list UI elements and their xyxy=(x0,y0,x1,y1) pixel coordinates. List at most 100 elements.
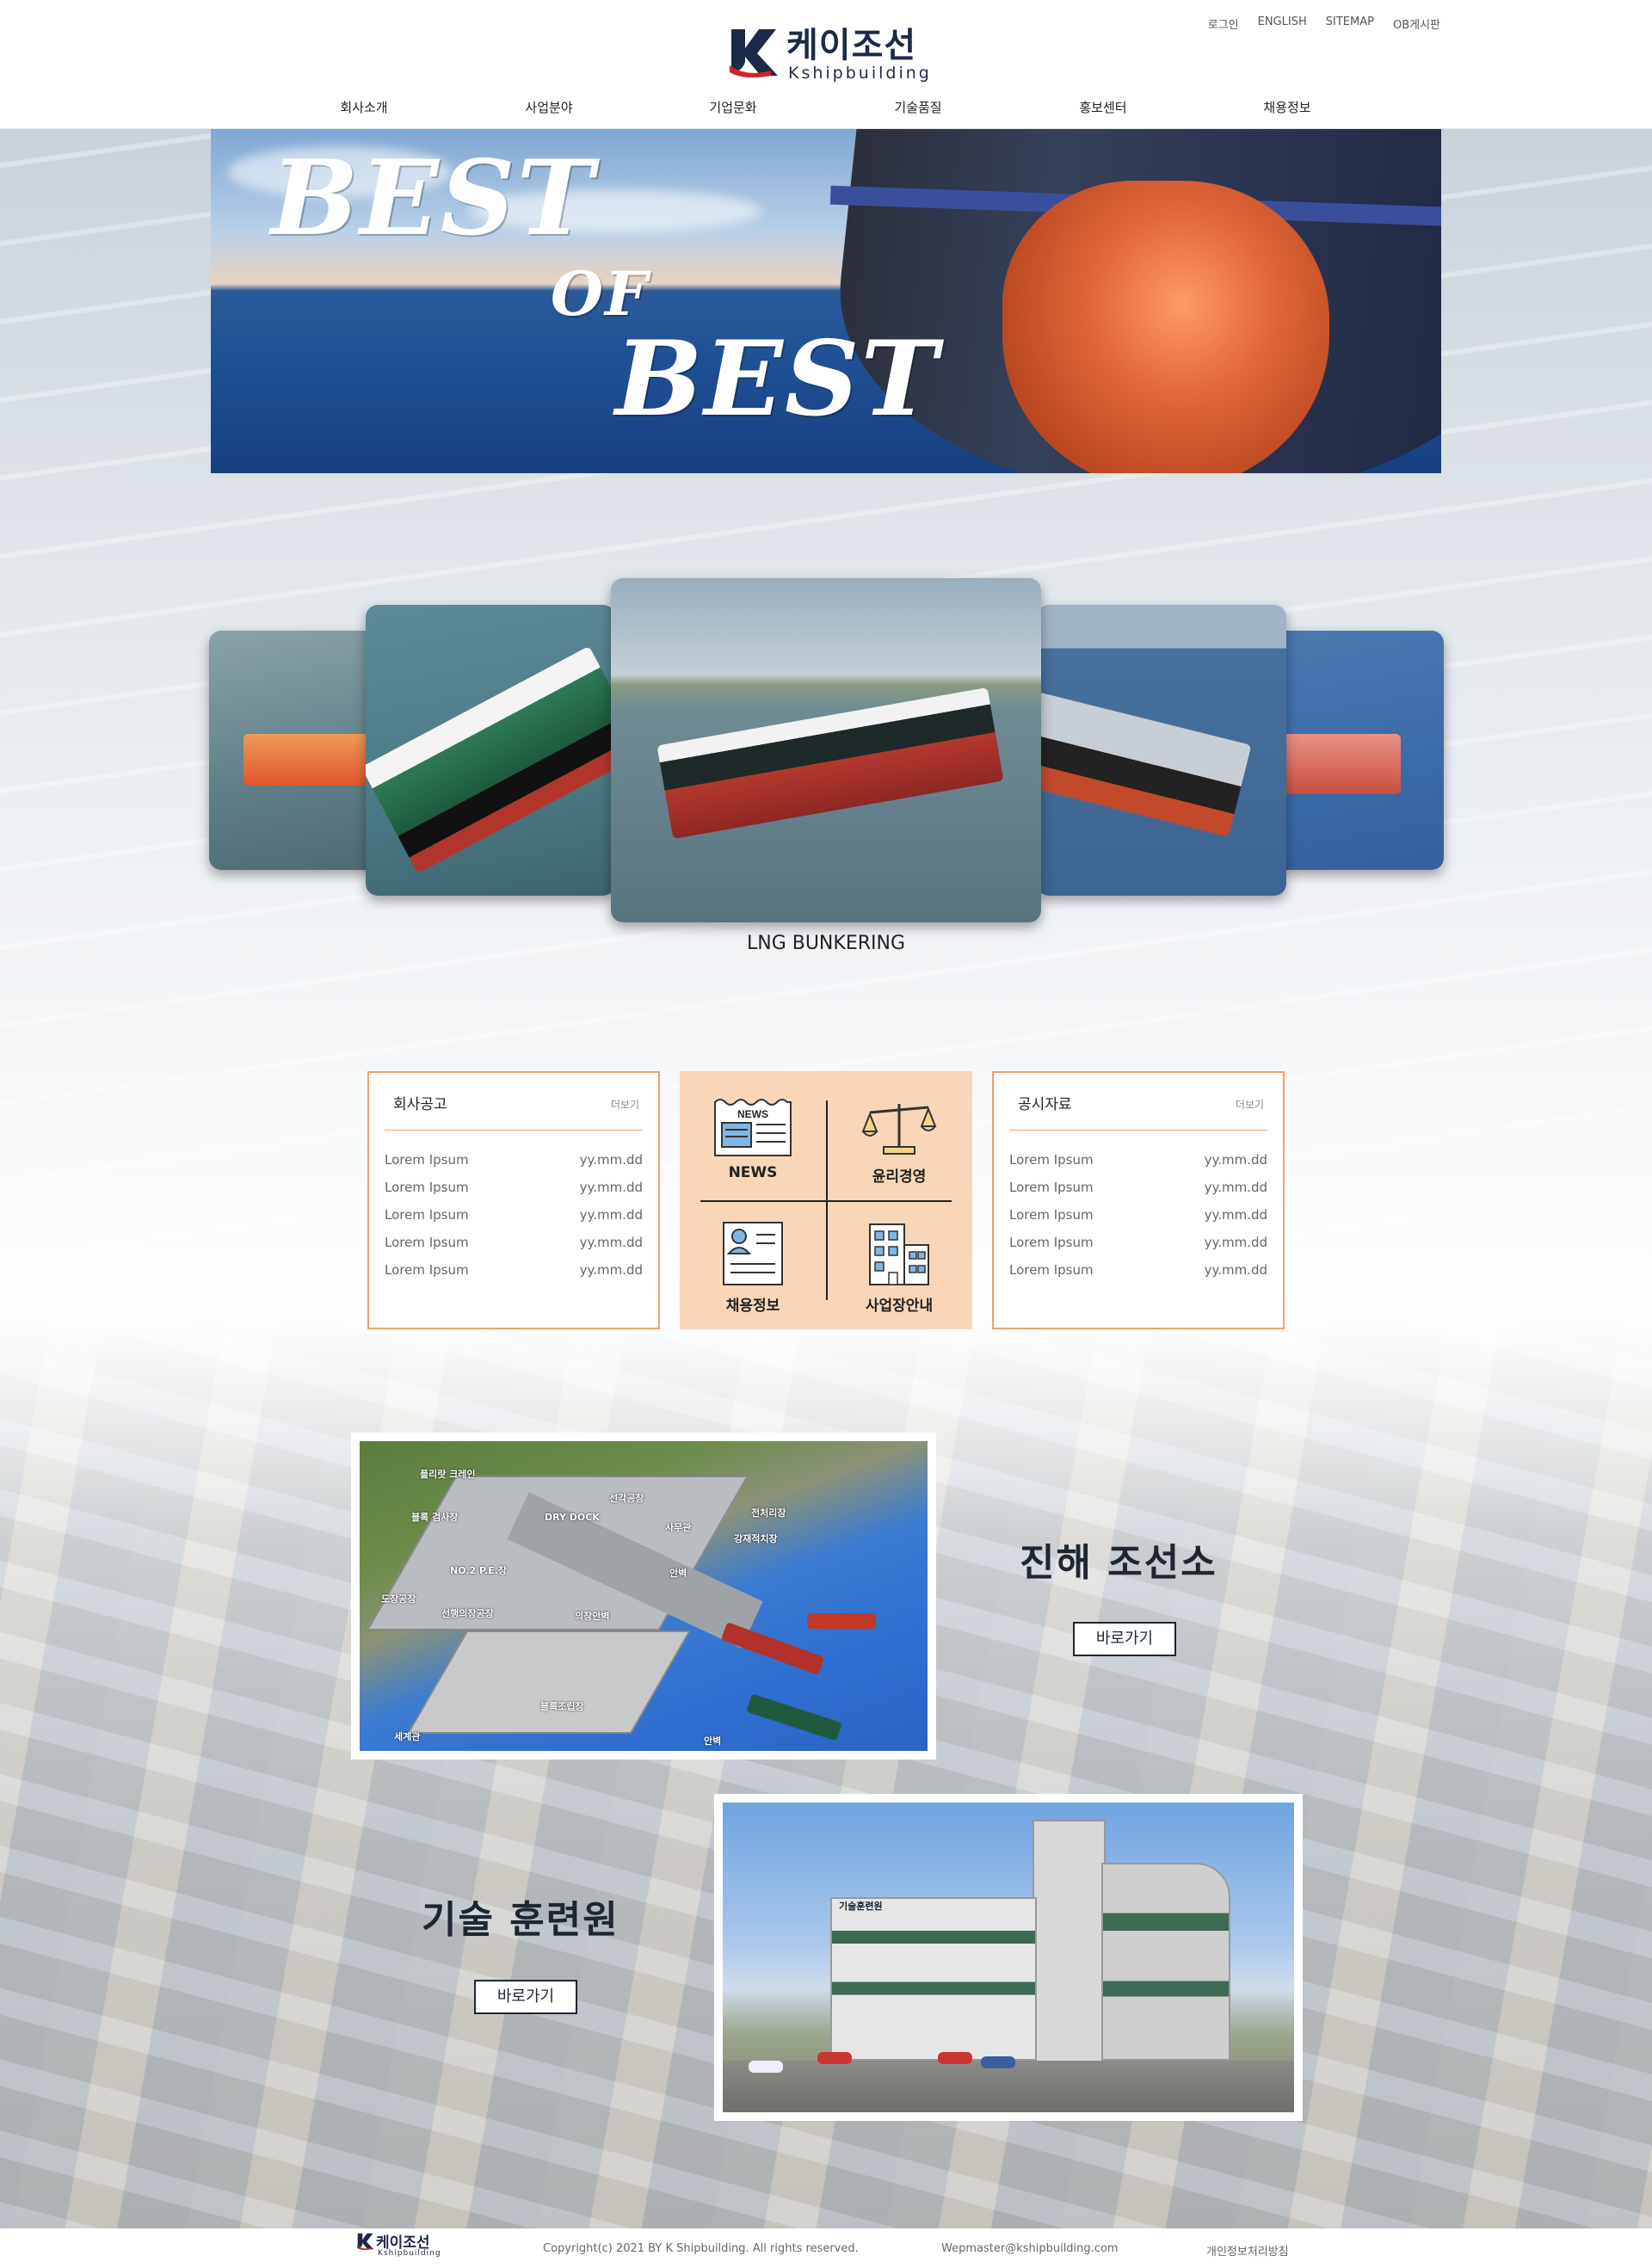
row-date: yy.mm.dd xyxy=(579,1180,643,1195)
page: 케이조선 Kshipbuilding 로그인 ENGLISH SITEMAP O… xyxy=(0,0,1652,2268)
row-date: yy.mm.dd xyxy=(1204,1152,1267,1168)
carousel-slide-active[interactable] xyxy=(611,578,1041,922)
row-title: Lorem Ipsum xyxy=(1009,1152,1094,1168)
carousel-slide-4[interactable] xyxy=(1037,605,1286,896)
ship-image xyxy=(243,734,381,786)
map-label: 안벽 xyxy=(669,1568,687,1579)
map-label: DRY DOCK xyxy=(545,1512,600,1523)
quick-ethics-label: 윤리경영 xyxy=(872,1168,927,1186)
carousel-slide-5[interactable] xyxy=(1272,631,1444,870)
divider xyxy=(700,1200,952,1202)
shipyard-map: 플리랏 크레인 블록 검사장 DRY DOCK 선각공장 사무관 전처리장 강재… xyxy=(360,1441,928,1751)
logo-k-icon xyxy=(730,29,778,77)
car xyxy=(938,2052,972,2064)
divider xyxy=(385,1130,643,1131)
notice-row[interactable]: Lorem Ipsum yy.mm.dd xyxy=(385,1180,643,1197)
site-footer: 케이조선 Kshipbuilding Copyright(c) 2021 BY … xyxy=(0,2228,1652,2268)
row-title: Lorem Ipsum xyxy=(385,1180,469,1195)
building-wing xyxy=(830,1897,1037,2061)
map-label: 사무관 xyxy=(665,1522,692,1533)
notice-row[interactable]: Lorem Ipsum yy.mm.dd xyxy=(385,1235,643,1252)
english-link[interactable]: ENGLISH xyxy=(1258,15,1307,32)
quick-ethics[interactable]: 윤리경영 xyxy=(835,1097,964,1186)
map-ship xyxy=(807,1613,876,1629)
car xyxy=(817,2052,852,2064)
utility-links: 로그인 ENGLISH SITEMAP OB게시판 xyxy=(1208,15,1440,32)
map-label: 선각공장 xyxy=(609,1493,644,1504)
footer-logo[interactable]: 케이조선 Kshipbuilding xyxy=(357,2230,452,2265)
map-label: 플리랏 크레인 xyxy=(420,1469,476,1480)
notice-row[interactable]: Lorem Ipsum yy.mm.dd xyxy=(385,1207,643,1224)
nav-company[interactable]: 회사소개 xyxy=(304,98,424,116)
notice-box: 회사공고 더보기 Lorem Ipsum yy.mm.dd Lorem Ipsum… xyxy=(367,1071,660,1329)
nav-culture[interactable]: 기업문화 xyxy=(673,98,793,116)
map-label: 블록 검사장 xyxy=(411,1512,459,1523)
footer-privacy-link[interactable]: 개인정보처리방침 xyxy=(1206,2242,1289,2259)
notice-row[interactable]: Lorem Ipsum yy.mm.dd xyxy=(385,1262,643,1279)
row-title: Lorem Ipsum xyxy=(385,1152,469,1168)
training-center-image: 기술훈련원 xyxy=(714,1794,1303,2121)
car xyxy=(749,2061,783,2073)
logo-k-icon xyxy=(357,2233,374,2251)
quick-news[interactable]: NEWS NEWS xyxy=(688,1097,817,1181)
scale-icon xyxy=(861,1104,937,1155)
row-title: Lorem Ipsum xyxy=(385,1207,469,1223)
newspaper-icon: NEWS xyxy=(714,1099,792,1156)
banner-best-bottom: BEST xyxy=(615,318,940,440)
quick-recruit[interactable]: 채용정보 xyxy=(688,1219,817,1315)
row-date: yy.mm.dd xyxy=(1204,1207,1267,1223)
disclosure-row[interactable]: Lorem Ipsum yy.mm.dd xyxy=(1009,1235,1267,1252)
notice-more-link[interactable]: 더보기 xyxy=(611,1097,639,1112)
ship-image xyxy=(1272,734,1401,794)
quick-recruit-label: 채용정보 xyxy=(725,1297,780,1315)
main-navigation: 회사소개 사업분야 기업문화 기술품질 홍보센터 채용정보 xyxy=(0,98,1652,124)
carousel-slide-2[interactable] xyxy=(366,605,615,896)
nav-recruit[interactable]: 채용정보 xyxy=(1227,98,1347,116)
nav-technology[interactable]: 기술품질 xyxy=(858,98,978,116)
notice-row[interactable]: Lorem Ipsum yy.mm.dd xyxy=(385,1152,643,1169)
disclosure-row[interactable]: Lorem Ipsum yy.mm.dd xyxy=(1009,1207,1267,1224)
divider xyxy=(1009,1130,1267,1131)
parking-lot xyxy=(723,2061,1294,2112)
quick-site[interactable]: 사업장안내 xyxy=(835,1219,964,1315)
row-date: yy.mm.dd xyxy=(579,1152,643,1168)
row-title: Lorem Ipsum xyxy=(1009,1180,1094,1195)
disclosure-row[interactable]: Lorem Ipsum yy.mm.dd xyxy=(1009,1180,1267,1197)
map-label: 블록조립장 xyxy=(540,1701,584,1712)
building-wing xyxy=(1101,1863,1230,2061)
shipyard-go-button[interactable]: 바로가기 xyxy=(1073,1622,1176,1656)
map-ship xyxy=(746,1693,842,1741)
logo[interactable]: 케이조선 Kshipbuilding xyxy=(730,24,929,84)
row-title: Lorem Ipsum xyxy=(1009,1262,1094,1278)
map-label: NO.2 P.E.장 xyxy=(450,1565,508,1576)
nav-business[interactable]: 사업분야 xyxy=(489,98,609,116)
training-title: 기술 훈련원 xyxy=(422,1898,620,1942)
row-date: yy.mm.dd xyxy=(579,1207,643,1223)
bulbous-bow xyxy=(1002,181,1329,473)
ob-board-link[interactable]: OB게시판 xyxy=(1393,15,1440,32)
map-label: 강재적치장 xyxy=(734,1533,778,1544)
nav-pr-center[interactable]: 홍보센터 xyxy=(1043,98,1163,116)
notice-title: 회사공고 xyxy=(393,1096,447,1113)
news-icon-label: NEWS xyxy=(737,1108,768,1120)
disclosure-row[interactable]: Lorem Ipsum yy.mm.dd xyxy=(1009,1262,1267,1279)
footer-email[interactable]: Wepmaster@kshipbuilding.com xyxy=(941,2242,1119,2255)
row-title: Lorem Ipsum xyxy=(385,1262,469,1278)
building-tower xyxy=(1032,1820,1106,2069)
row-date: yy.mm.dd xyxy=(1204,1235,1267,1250)
quick-menu: NEWS NEWS 윤리경영 채용정보 사업장안내 xyxy=(680,1071,972,1329)
carousel-slide-1[interactable] xyxy=(209,631,381,870)
training-center-photo: 기술훈련원 xyxy=(723,1803,1294,2112)
training-go-button[interactable]: 바로가기 xyxy=(474,1980,577,2014)
sitemap-link[interactable]: SITEMAP xyxy=(1326,15,1374,32)
disclosure-row[interactable]: Lorem Ipsum yy.mm.dd xyxy=(1009,1152,1267,1169)
quick-news-label: NEWS xyxy=(728,1164,778,1181)
footer-copyright: Copyright(c) 2021 BY K Shipbuilding. All… xyxy=(543,2242,859,2255)
map-yard-block xyxy=(407,1630,691,1734)
disclosure-more-link[interactable]: 더보기 xyxy=(1236,1097,1264,1112)
building-icon xyxy=(869,1223,929,1285)
login-link[interactable]: 로그인 xyxy=(1208,15,1239,32)
row-date: yy.mm.dd xyxy=(1204,1180,1267,1195)
map-label: 안벽 xyxy=(704,1735,722,1747)
car xyxy=(981,2056,1015,2068)
